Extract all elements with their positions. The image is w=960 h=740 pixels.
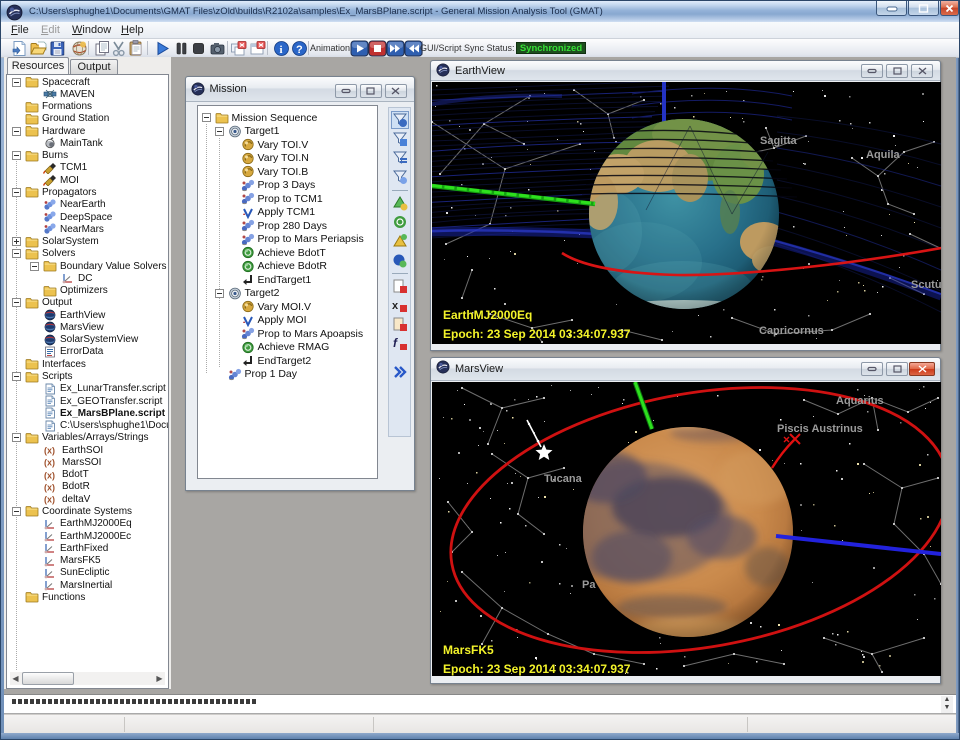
svg-text:Scutum: Scutum: [911, 279, 941, 291]
svg-text:(x): (x): [44, 482, 55, 492]
svg-text:(x): (x): [44, 470, 55, 480]
svg-text:(x): (x): [44, 446, 55, 456]
svg-text:i: i: [279, 44, 282, 56]
svg-text:(x): (x): [44, 458, 55, 468]
svg-text:EarthMJ2000Eq: EarthMJ2000Eq: [443, 308, 532, 322]
svg-text:?: ?: [296, 44, 303, 56]
svg-text:Capricornus: Capricornus: [759, 325, 824, 337]
svg-text:Piscis Austrinus: Piscis Austrinus: [777, 423, 863, 435]
svg-text:Sagitta: Sagitta: [760, 135, 798, 147]
svg-text:x: x: [392, 300, 399, 312]
svg-text:f: f: [393, 336, 398, 350]
svg-text:Pa: Pa: [582, 579, 596, 591]
svg-text:Epoch: 23 Sep 2014 03:34:07.93: Epoch: 23 Sep 2014 03:34:07.937: [443, 327, 631, 341]
svg-text:MarsFK5: MarsFK5: [443, 643, 494, 657]
svg-text:(x): (x): [44, 495, 55, 505]
svg-text:Tucana: Tucana: [544, 473, 583, 485]
svg-text:Aquila: Aquila: [866, 149, 900, 161]
svg-text:Epoch: 23 Sep 2014 03:34:07.93: Epoch: 23 Sep 2014 03:34:07.937: [443, 662, 631, 676]
svg-text:Aquarius: Aquarius: [836, 395, 884, 407]
